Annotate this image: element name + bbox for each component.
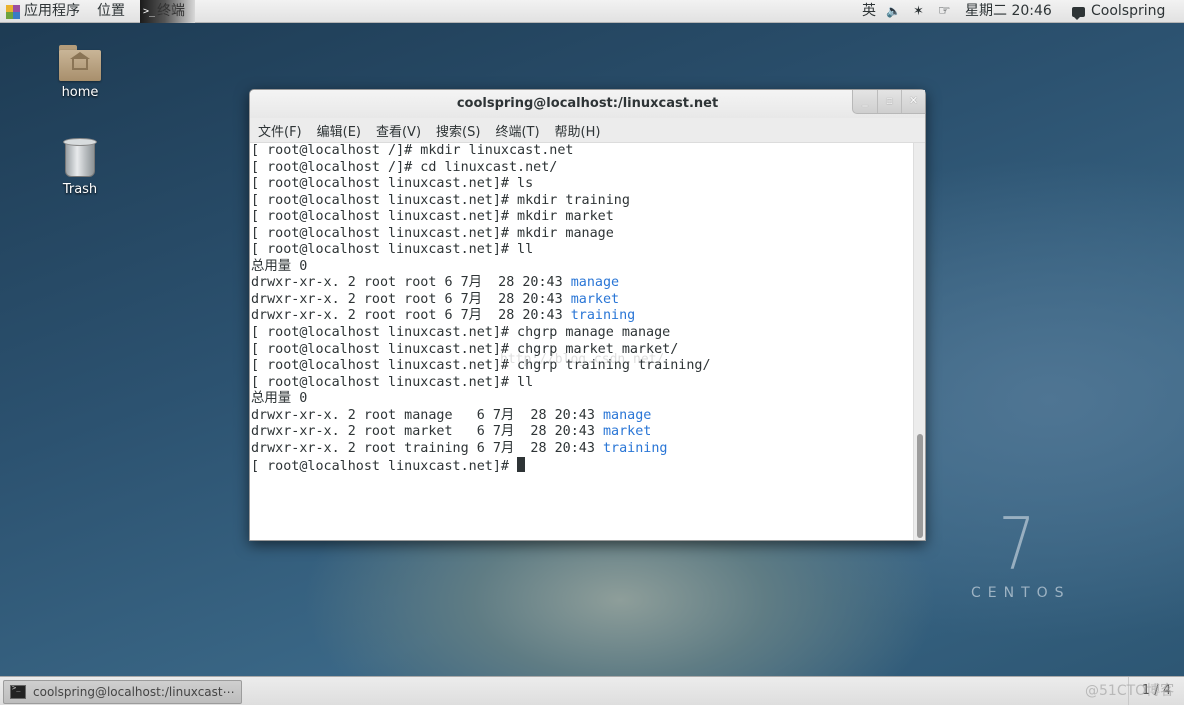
terminal-line-text: [ root@localhost linuxcast.net]# ll: [251, 374, 534, 390]
terminal-cursor: [517, 457, 526, 473]
directory-name: market: [570, 291, 620, 307]
terminal-icon: >_: [143, 5, 156, 17]
centos-wordmark: CENTOS: [971, 585, 1071, 601]
terminal-app-label: 终端: [157, 3, 186, 19]
terminal-line-text: 总用量 0: [251, 391, 308, 407]
applications-menu[interactable]: 应用程序: [6, 2, 80, 21]
terminal-icon: [10, 684, 26, 699]
menu-bar: 文件(F) 编辑(E) 查看(V) 搜索(S) 终端(T) 帮助(H): [250, 118, 925, 143]
network-icon[interactable]: ☞: [938, 2, 951, 21]
terminal-line: [ root@localhost linuxcast.net]# ll: [251, 375, 913, 392]
terminal-line-text: [ root@localhost linuxcast.net]# ls: [251, 176, 534, 192]
url-watermark: http://blog.csdn.net/: [500, 352, 665, 367]
terminal-line-text: [ root@localhost linuxcast.net]#: [251, 459, 518, 475]
terminal-window: coolspring@localhost:/linuxcast.net _ ▫ …: [249, 89, 926, 541]
trash-icon: [63, 138, 97, 178]
terminal-line: [ root@localhost linuxcast.net]#: [251, 457, 913, 474]
bottom-taskbar: coolspring@localhost:/linuxcast⋯ 1 / 4: [0, 676, 1184, 705]
bluetooth-icon[interactable]: ✶: [913, 2, 924, 21]
home-folder-icon: [59, 45, 101, 81]
desktop-icon-label: home: [61, 85, 99, 100]
terminal-line: [ root@localhost linuxcast.net]# mkdir m…: [251, 226, 913, 243]
menu-help[interactable]: 帮助(H): [555, 121, 601, 140]
terminal-line: [ root@localhost /]# mkdir linuxcast.net: [251, 143, 913, 160]
terminal-line-text: drwxr-xr-x. 2 root market 6 7月 28 20:43: [251, 424, 603, 440]
directory-name: training: [603, 440, 668, 456]
minimize-button[interactable]: _: [853, 90, 877, 113]
terminal-line-text: [ root@localhost /]# mkdir linuxcast.net: [251, 143, 574, 158]
terminal-line: 总用量 0: [251, 391, 913, 408]
terminal-line: [ root@localhost linuxcast.net]# mkdir m…: [251, 209, 913, 226]
input-method-indicator[interactable]: 英: [862, 2, 876, 21]
applications-logo-icon: [6, 4, 20, 19]
terminal-line: [ root@localhost /]# cd linuxcast.net/: [251, 160, 913, 177]
applications-label: 应用程序: [24, 3, 80, 19]
terminal-line-text: [ root@localhost linuxcast.net]# chgrp m…: [251, 325, 671, 341]
menu-file[interactable]: 文件(F): [258, 121, 302, 140]
close-button[interactable]: ✕: [901, 90, 925, 113]
terminal-line: [ root@localhost linuxcast.net]# mkdir t…: [251, 193, 913, 210]
terminal-output[interactable]: [ root@localhost /]# mkdir linuxcast.net…: [250, 143, 913, 540]
window-controls: _ ▫ ✕: [852, 90, 925, 114]
menu-view[interactable]: 查看(V): [376, 121, 421, 140]
desktop-icon-label: Trash: [62, 182, 98, 197]
directory-name: manage: [603, 407, 652, 423]
taskbar-terminal-window[interactable]: coolspring@localhost:/linuxcast⋯: [3, 680, 242, 704]
terminal-line: 总用量 0: [251, 259, 913, 276]
terminal-line-text: [ root@localhost /]# cd linuxcast.net/: [251, 159, 558, 175]
user-name: Coolspring: [1091, 3, 1166, 19]
terminal-line-text: drwxr-xr-x. 2 root root 6 7月 28 20:43: [251, 308, 571, 324]
centos-version-logo: 7: [998, 502, 1036, 586]
places-menu[interactable]: 位置: [97, 2, 125, 21]
terminal-line-text: [ root@localhost linuxcast.net]# mkdir m…: [251, 225, 614, 241]
terminal-line-text: [ root@localhost linuxcast.net]# ll: [251, 242, 534, 258]
window-titlebar[interactable]: coolspring@localhost:/linuxcast.net _ ▫ …: [250, 90, 925, 118]
terminal-line: [ root@localhost linuxcast.net]# ls: [251, 176, 913, 193]
terminal-line: drwxr-xr-x. 2 root root 6 7月 28 20:43 tr…: [251, 308, 913, 325]
speaker-muted-icon[interactable]: 🔈: [886, 2, 901, 21]
user-menu[interactable]: Coolspring: [1072, 2, 1165, 21]
top-panel: 应用程序 位置 >_ 终端 英 🔈 ✶ ☞ 星期二 20:46 Coolspri…: [0, 0, 1184, 23]
clock[interactable]: 星期二 20:46: [965, 2, 1052, 21]
menu-edit[interactable]: 编辑(E): [317, 121, 361, 140]
window-title: coolspring@localhost:/linuxcast.net: [456, 96, 719, 111]
desktop-icon-trash[interactable]: Trash: [40, 138, 120, 197]
directory-name: market: [603, 424, 652, 440]
terminal-line: drwxr-xr-x. 2 root training 6 7月 28 20:4…: [251, 441, 913, 458]
desktop-icon-home[interactable]: home: [40, 45, 120, 100]
menu-terminal[interactable]: 终端(T): [495, 121, 539, 140]
menu-search[interactable]: 搜索(S): [436, 121, 480, 140]
terminal-line: [ root@localhost linuxcast.net]# chgrp m…: [251, 325, 913, 342]
terminal-line-text: drwxr-xr-x. 2 root root 6 7月 28 20:43: [251, 291, 571, 307]
scrollbar-thumb[interactable]: [917, 434, 923, 538]
terminal-line: drwxr-xr-x. 2 root root 6 7月 28 20:43 ma…: [251, 275, 913, 292]
terminal-line-text: 总用量 0: [251, 258, 308, 274]
terminal-line-text: [ root@localhost linuxcast.net]# mkdir t…: [251, 192, 630, 208]
site-watermark: @51CTO博客: [1085, 683, 1175, 699]
terminal-line: drwxr-xr-x. 2 root manage 6 7月 28 20:43 …: [251, 408, 913, 425]
terminal-line: drwxr-xr-x. 2 root root 6 7月 28 20:43 ma…: [251, 292, 913, 309]
taskbar-window-label: coolspring@localhost:/linuxcast⋯: [33, 685, 235, 699]
terminal-scrollbar[interactable]: [913, 143, 925, 540]
terminal-line-text: [ root@localhost linuxcast.net]# mkdir m…: [251, 209, 614, 225]
terminal-line: drwxr-xr-x. 2 root market 6 7月 28 20:43 …: [251, 424, 913, 441]
terminal-line: [ root@localhost linuxcast.net]# ll: [251, 242, 913, 259]
terminal-line-text: drwxr-xr-x. 2 root root 6 7月 28 20:43: [251, 275, 571, 291]
maximize-button[interactable]: ▫: [877, 90, 901, 113]
chat-status-icon: [1072, 6, 1085, 20]
directory-name: manage: [570, 275, 620, 291]
terminal-line-text: drwxr-xr-x. 2 root manage 6 7月 28 20:43: [251, 407, 603, 423]
directory-name: training: [570, 308, 636, 324]
terminal-line-text: drwxr-xr-x. 2 root training 6 7月 28 20:4…: [251, 440, 603, 456]
terminal-app-menu[interactable]: >_ 终端: [140, 0, 195, 23]
